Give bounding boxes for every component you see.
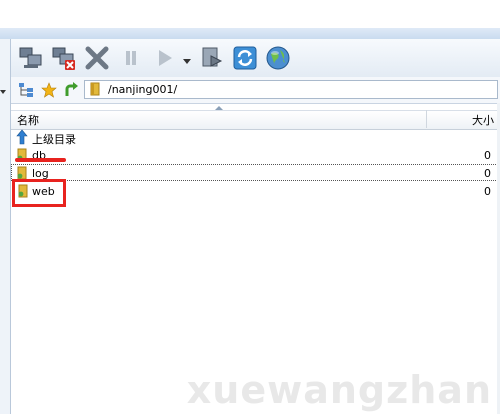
annotation-underline (15, 158, 66, 162)
refresh-icon[interactable] (231, 44, 259, 72)
globe-icon[interactable] (264, 44, 292, 72)
column-size-header[interactable]: 大小 (472, 112, 494, 128)
favorites-star-icon[interactable] (39, 80, 59, 100)
folder-icon (89, 82, 103, 99)
focused-row-outline (11, 164, 500, 181)
size-log: 0 (484, 167, 491, 180)
left-pane-arrow-icon[interactable] (0, 86, 6, 99)
connect-icon[interactable] (17, 44, 45, 72)
folder-icon (16, 148, 30, 165)
play-dropdown-arrow-icon[interactable] (183, 55, 191, 68)
directory-tree-icon[interactable] (16, 80, 36, 100)
list-item-parent-directory[interactable]: 上级目录 (32, 131, 76, 147)
column-divider[interactable] (426, 110, 427, 128)
watermark: xuewangzhan (186, 368, 492, 412)
up-arrow-icon (15, 129, 29, 148)
window-top-area (0, 0, 500, 28)
cancel-icon[interactable] (83, 44, 111, 72)
column-name-header[interactable]: 名称 (17, 112, 39, 128)
sync-browse-icon[interactable] (198, 44, 226, 72)
size-db: 0 (484, 149, 491, 162)
annotation-highlight-box (12, 179, 66, 207)
pause-icon[interactable] (117, 44, 145, 72)
size-web: 0 (484, 185, 491, 198)
parent-directory-arrow-icon[interactable] (61, 80, 81, 100)
play-icon[interactable] (150, 44, 178, 72)
sort-indicator-icon (215, 106, 223, 110)
path-text: /nanjing001/ (108, 83, 178, 96)
disconnect-icon[interactable] (50, 44, 78, 72)
